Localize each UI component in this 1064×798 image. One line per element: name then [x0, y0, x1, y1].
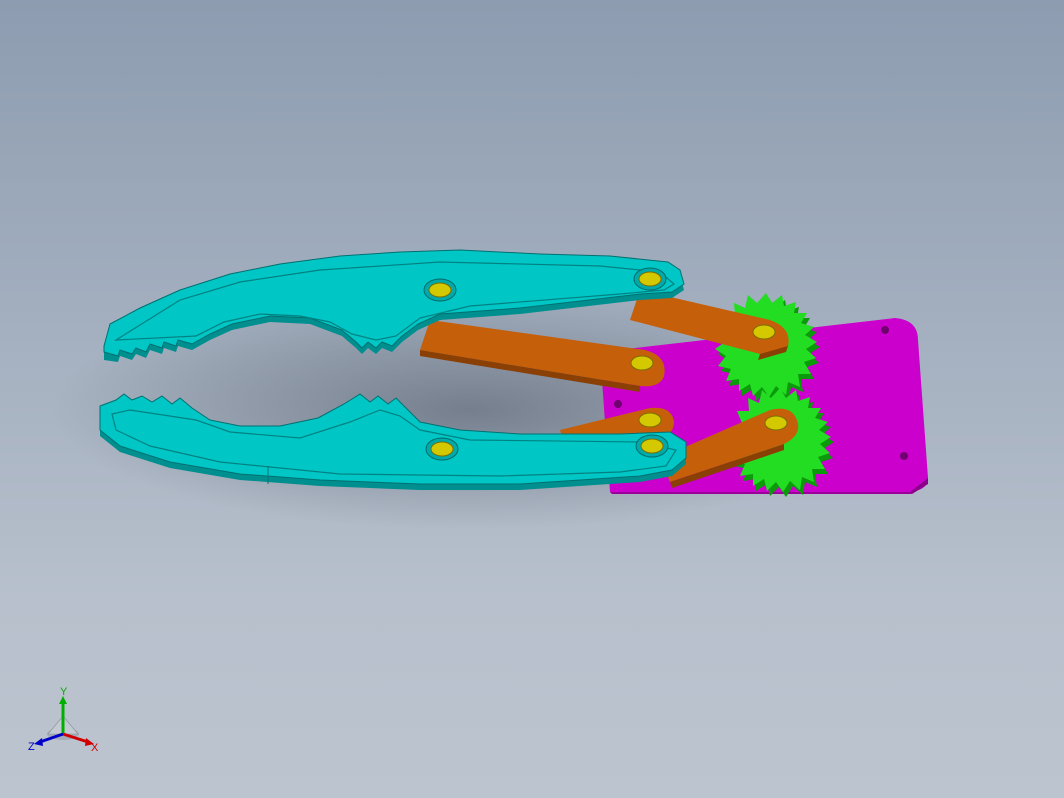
- z-axis-label: Z: [28, 741, 35, 753]
- gripper-model[interactable]: [0, 0, 1064, 798]
- graphics-viewport[interactable]: Y X Z: [0, 0, 1064, 798]
- x-axis-label: X: [91, 742, 99, 754]
- reference-triad: Y X Z: [28, 686, 99, 754]
- y-axis-label: Y: [60, 686, 68, 698]
